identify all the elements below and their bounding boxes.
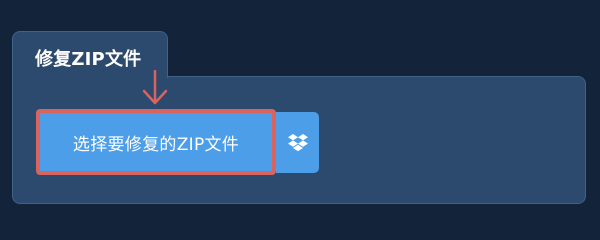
arrow-down-icon <box>142 70 168 105</box>
dropbox-button[interactable] <box>276 112 319 173</box>
dropbox-icon <box>287 133 308 151</box>
select-zip-file-label: 选择要修复的ZIP文件 <box>72 134 240 155</box>
zip-repair-widget: 修复ZIP文件 选择要修复的ZIP文件 <box>0 0 600 230</box>
select-zip-file-button[interactable]: 选择要修复的ZIP文件 <box>36 109 276 175</box>
tab-label: 修复ZIP文件 <box>35 49 142 70</box>
